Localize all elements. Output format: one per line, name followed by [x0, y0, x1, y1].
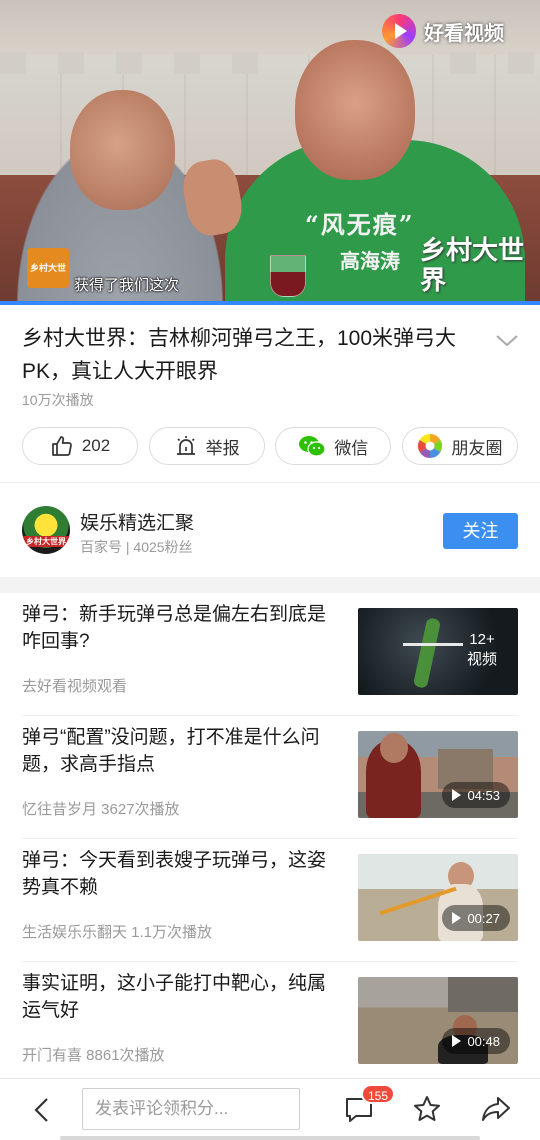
video-thumbnail[interactable]: 04:53 — [358, 731, 518, 818]
play-icon — [452, 789, 462, 801]
moments-icon — [418, 434, 443, 458]
item-title: 事实证明，这小子能打中靶心，纯属运气好 — [22, 973, 327, 1021]
divider — [0, 482, 540, 483]
video-person-left-head — [70, 90, 175, 210]
share-icon[interactable] — [480, 1094, 512, 1124]
video-watermark: 好看视频 — [382, 14, 504, 48]
video-thumbnail[interactable]: 00:27 — [358, 854, 518, 941]
video-progress-bar[interactable] — [0, 301, 540, 305]
list-item[interactable]: 事实证明，这小子能打中靶心，纯属运气好 开门有喜 8861次播放 00:48 — [22, 962, 518, 1085]
play-icon — [452, 912, 462, 924]
item-title: 弹弓“配置”没问题，打不准是什么问题，求高手指点 — [22, 727, 320, 775]
video-count-badge: 12+ 视频 — [466, 631, 497, 668]
video-subtitle: 获得了我们这次 — [74, 277, 180, 294]
wechat-icon — [299, 436, 326, 457]
author-card: 乡村大世界 娱乐精选汇聚 百家号 | 4025粉丝 关注 — [0, 490, 540, 575]
duration-text: 04:53 — [467, 787, 500, 803]
duration-text: 00:27 — [467, 910, 500, 926]
comment-count-badge: 155 — [361, 1084, 396, 1104]
duration-text: 00:48 — [467, 1033, 500, 1049]
show-brand-mark: 乡村大世界 — [420, 236, 525, 296]
article-title-block: 乡村大世界：吉林柳河弹弓之王，100米弹弓大PK，真让人大开眼界 — [22, 322, 472, 388]
chevron-down-icon[interactable] — [494, 330, 520, 350]
moments-label: 朋友圈 — [451, 438, 503, 458]
article-title: 乡村大世界：吉林柳河弹弓之王，100米弹弓大PK，真让人大开眼界 — [22, 327, 457, 383]
related-video-list: 弹弓：新手玩弹弓总是偏左右到底是咋回事? 去好看视频观看 12+ 视频 弹弓“配… — [0, 593, 540, 1085]
follow-button[interactable]: 关注 — [443, 513, 518, 549]
report-icon — [176, 436, 195, 455]
item-title: 弹弓：新手玩弹弓总是偏左右到底是咋回事? — [22, 604, 327, 652]
show-logo: 乡村大世界 — [27, 248, 69, 305]
wechat-share-button[interactable]: 微信 — [275, 427, 392, 465]
list-item[interactable]: 弹弓：今天看到表嫂子玩弹弓，这姿势真不赖 生活娱乐乐翻天 1.1万次播放 00:… — [22, 839, 518, 962]
comment-input[interactable]: 发表评论领积分... — [82, 1088, 300, 1130]
watermark-text: 好看视频 — [424, 22, 504, 45]
author-name[interactable]: 娱乐精选汇聚 — [80, 508, 194, 535]
duration-badge: 00:48 — [442, 1028, 510, 1054]
thumbs-up-icon — [51, 436, 72, 456]
duration-badge: 00:27 — [442, 905, 510, 931]
action-row: 202 举报 微信 朋友圈 — [22, 427, 518, 465]
item-meta: 开门有喜 8861次播放 — [22, 1047, 165, 1064]
star-icon[interactable] — [412, 1094, 442, 1124]
wechat-label: 微信 — [334, 438, 369, 458]
play-icon — [452, 1035, 462, 1047]
shirt-text-line2: 高海涛 — [340, 251, 400, 273]
item-meta: 去好看视频观看 — [22, 678, 128, 695]
shirt-text-line1: “风无痕” — [305, 210, 415, 239]
bottom-bar: 发表评论领积分... 155 — [0, 1078, 540, 1140]
list-item[interactable]: 弹弓：新手玩弹弓总是偏左右到底是咋回事? 去好看视频观看 12+ 视频 — [22, 593, 518, 716]
author-meta: 百家号 | 4025粉丝 — [80, 539, 193, 555]
section-divider — [0, 577, 540, 593]
report-button[interactable]: 举报 — [148, 427, 265, 465]
video-player[interactable]: “风无痕” 高海涛 乡村大世界 获得了我们这次 乡村大世界 好看视频 — [0, 0, 540, 305]
avatar-text: 乡村大世界 — [22, 536, 70, 547]
like-count: 202 — [81, 436, 111, 455]
home-indicator — [60, 1136, 480, 1140]
like-button[interactable]: 202 — [22, 427, 138, 465]
video-person-right-head — [295, 40, 415, 180]
play-count: 10万次播放 — [22, 392, 94, 408]
video-wine-glass — [270, 255, 306, 297]
list-item[interactable]: 弹弓“配置”没问题，打不准是什么问题，求高手指点 忆往昔岁月 3627次播放 0… — [22, 716, 518, 839]
haokan-logo-icon — [382, 14, 416, 48]
item-title: 弹弓：今天看到表嫂子玩弹弓，这姿势真不赖 — [22, 850, 327, 898]
video-thumbnail[interactable]: 00:48 — [358, 977, 518, 1064]
item-meta: 忆往昔岁月 3627次播放 — [22, 801, 180, 818]
video-thumbnail[interactable]: 12+ 视频 — [358, 608, 518, 695]
back-icon[interactable] — [28, 1095, 56, 1125]
moments-share-button[interactable]: 朋友圈 — [401, 427, 518, 465]
author-avatar[interactable]: 乡村大世界 — [22, 506, 70, 554]
duration-badge: 04:53 — [442, 782, 510, 808]
video-progress-fill — [0, 301, 540, 305]
report-label: 举报 — [205, 438, 240, 458]
item-meta: 生活娱乐乐翻天 1.1万次播放 — [22, 924, 213, 941]
